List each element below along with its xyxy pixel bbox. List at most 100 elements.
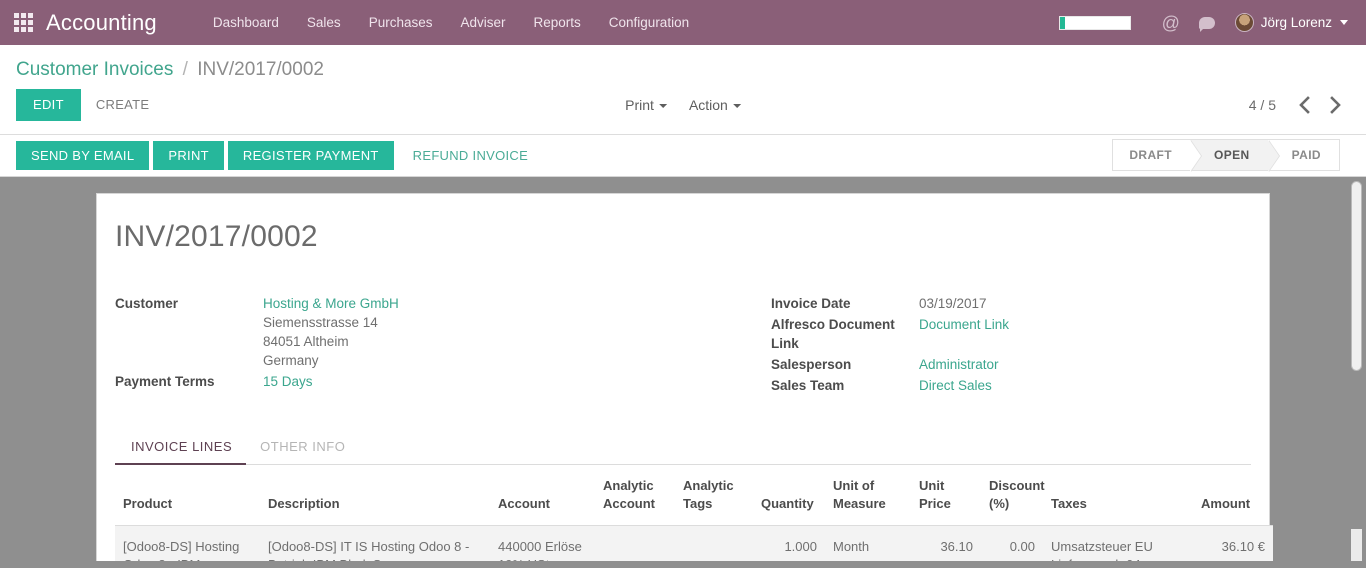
- tab-invoice-lines[interactable]: INVOICE LINES: [115, 431, 247, 465]
- customer-value-group: Hosting & More GmbH Siemensstrasse 14 84…: [263, 294, 399, 370]
- cell-quantity[interactable]: 1.000: [753, 525, 825, 561]
- edit-button[interactable]: EDIT: [16, 89, 81, 121]
- breadcrumb-separator: /: [182, 59, 188, 80]
- status-action-bar: SEND BY EMAIL PRINT REGISTER PAYMENT REF…: [0, 134, 1366, 177]
- payment-terms-label: Payment Terms: [115, 373, 215, 389]
- table-row[interactable]: [Odoo8-DS] Hosting Odoo 8 - IBM [Odoo8-D…: [115, 525, 1273, 561]
- messaging-icon[interactable]: [1189, 0, 1225, 45]
- header-analytic-account: Analytic Account: [595, 464, 675, 526]
- user-name-label: Jörg Lorenz: [1260, 15, 1332, 30]
- cell-description[interactable]: [Odoo8-DS] IT IS Hosting Odoo 8 - Betrie…: [260, 525, 490, 561]
- user-menu[interactable]: Jörg Lorenz: [1225, 13, 1354, 32]
- apps-menu-button[interactable]: [0, 0, 46, 45]
- cell-taxes[interactable]: Umsatzsteuer EU Lieferung skr04: [1043, 525, 1193, 561]
- print-dropdown-label: Print: [625, 96, 654, 113]
- customer-label: Customer: [115, 295, 179, 311]
- header-product: Product: [115, 464, 260, 526]
- vertical-scrollbar[interactable]: [1350, 177, 1364, 561]
- pager-previous-button[interactable]: [1290, 92, 1318, 118]
- control-panel: Customer Invoices / INV/2017/0002 EDIT C…: [0, 45, 1366, 135]
- cell-unit-of-measure[interactable]: Month: [825, 525, 911, 561]
- menu-item-reports[interactable]: Reports: [520, 0, 595, 45]
- menu-item-dashboard[interactable]: Dashboard: [199, 0, 293, 45]
- payment-terms-link[interactable]: 15 Days: [263, 372, 313, 391]
- header-description: Description: [260, 464, 490, 526]
- avatar: [1234, 13, 1254, 32]
- invoice-right-column: Invoice Date 03/19/2017 Alfresco Documen…: [683, 294, 1251, 397]
- salesperson-link[interactable]: Administrator: [919, 355, 999, 374]
- scrollbar-thumb[interactable]: [1351, 180, 1362, 371]
- header-unit-of-measure: Unit of Measure: [825, 464, 911, 526]
- menu-item-configuration[interactable]: Configuration: [595, 0, 703, 45]
- status-flow: DRAFT OPEN PAID: [1112, 139, 1340, 173]
- refund-invoice-button[interactable]: REFUND INVOICE: [398, 141, 543, 170]
- cell-discount[interactable]: 0.00: [981, 525, 1043, 561]
- sales-team-label: Sales Team: [771, 377, 845, 393]
- cell-account[interactable]: 440000 Erlöse 19% USt: [490, 525, 595, 561]
- cell-product[interactable]: [Odoo8-DS] Hosting Odoo 8 - IBM: [115, 525, 260, 561]
- field-alfresco-document-link: Alfresco Document Link Document Link: [771, 315, 1251, 353]
- invoice-lines-table: Product Description Account Analytic Acc…: [115, 464, 1273, 561]
- action-dropdown-label: Action: [688, 96, 728, 113]
- cell-amount[interactable]: 36.10 €: [1193, 525, 1273, 561]
- chevron-left-icon: [1299, 95, 1310, 114]
- pager-value: 4 / 5: [1248, 96, 1276, 113]
- pager-next-button[interactable]: [1322, 92, 1350, 118]
- customer-address-line-3: Germany: [263, 352, 319, 368]
- form-viewport: INV/2017/0002 Customer Hosting & More Gm…: [0, 176, 1366, 561]
- print-button[interactable]: PRINT: [153, 140, 224, 170]
- header-amount: Amount: [1193, 464, 1273, 526]
- header-quantity: Quantity: [753, 464, 825, 526]
- chevron-down-icon: [658, 104, 667, 109]
- cell-analytic-tags[interactable]: [675, 525, 753, 561]
- control-panel-buttons: EDIT CREATE Print Action 4 / 5: [16, 83, 1350, 134]
- status-buttons: SEND BY EMAIL PRINT REGISTER PAYMENT REF…: [16, 140, 543, 170]
- field-sales-team: Sales Team Direct Sales: [771, 376, 1251, 395]
- page-title: INV/2017/0002: [115, 219, 318, 253]
- status-stage-draft[interactable]: DRAFT: [1113, 140, 1202, 173]
- cell-analytic-account[interactable]: [595, 525, 675, 561]
- mentions-icon[interactable]: @: [1153, 0, 1189, 45]
- status-stage-open-label: OPEN: [1214, 148, 1250, 163]
- header-analytic-tags: Analytic Tags: [675, 464, 753, 526]
- create-button[interactable]: CREATE: [81, 89, 165, 121]
- customer-address-line-1: Siemensstrasse 14: [263, 314, 378, 330]
- header-unit-price: Unit Price: [911, 464, 981, 526]
- tab-other-info[interactable]: OTHER INFO: [246, 431, 359, 465]
- invoice-lines-header: Product Description Account Analytic Acc…: [115, 464, 1273, 526]
- breadcrumb-root-link[interactable]: Customer Invoices: [16, 59, 173, 80]
- action-dropdown[interactable]: Action: [689, 97, 741, 113]
- customer-address-line-2: 84051 Altheim: [263, 333, 349, 349]
- status-stage-paid-label: PAID: [1291, 148, 1321, 163]
- invoice-sheet: INV/2017/0002 Customer Hosting & More Gm…: [96, 192, 1273, 561]
- print-dropdown[interactable]: Print: [625, 97, 667, 113]
- alfresco-document-link-value[interactable]: Document Link: [919, 315, 1009, 334]
- at-symbol-icon: @: [1161, 12, 1180, 33]
- navbar-right-tools: @ Jörg Lorenz: [1058, 0, 1366, 45]
- header-account: Account: [490, 464, 595, 526]
- header-taxes: Taxes: [1043, 464, 1193, 526]
- send-by-email-button[interactable]: SEND BY EMAIL: [16, 140, 150, 170]
- breadcrumb: Customer Invoices / INV/2017/0002: [16, 45, 1350, 83]
- breadcrumb-current: INV/2017/0002: [197, 59, 324, 80]
- panel-dropdowns: Print Action: [625, 97, 741, 113]
- field-payment-terms: Payment Terms 15 Days: [115, 372, 683, 391]
- cell-unit-price[interactable]: 36.10: [911, 525, 981, 561]
- chevron-down-icon: [732, 104, 741, 109]
- notebook-tabs: INVOICE LINES OTHER INFO: [115, 431, 1251, 465]
- menu-item-adviser[interactable]: Adviser: [446, 0, 519, 45]
- progress-bar: [1058, 15, 1131, 30]
- table-header-row: Product Description Account Analytic Acc…: [115, 464, 1273, 526]
- sales-team-link[interactable]: Direct Sales: [919, 376, 992, 395]
- menu-item-purchases[interactable]: Purchases: [355, 0, 447, 45]
- register-payment-button[interactable]: REGISTER PAYMENT: [227, 140, 394, 170]
- customer-name-link[interactable]: Hosting & More GmbH: [263, 294, 399, 313]
- field-invoice-date: Invoice Date 03/19/2017: [771, 294, 1251, 313]
- status-stage-draft-label: DRAFT: [1129, 148, 1172, 163]
- menu-item-sales[interactable]: Sales: [293, 0, 355, 45]
- scrollbar-track[interactable]: [1351, 528, 1362, 561]
- main-menu: Dashboard Sales Purchases Adviser Report…: [199, 0, 703, 45]
- invoice-date-label: Invoice Date: [771, 295, 851, 311]
- field-customer: Customer Hosting & More GmbH Siemensstra…: [115, 294, 683, 370]
- top-navbar: Accounting Dashboard Sales Purchases Adv…: [0, 0, 1366, 45]
